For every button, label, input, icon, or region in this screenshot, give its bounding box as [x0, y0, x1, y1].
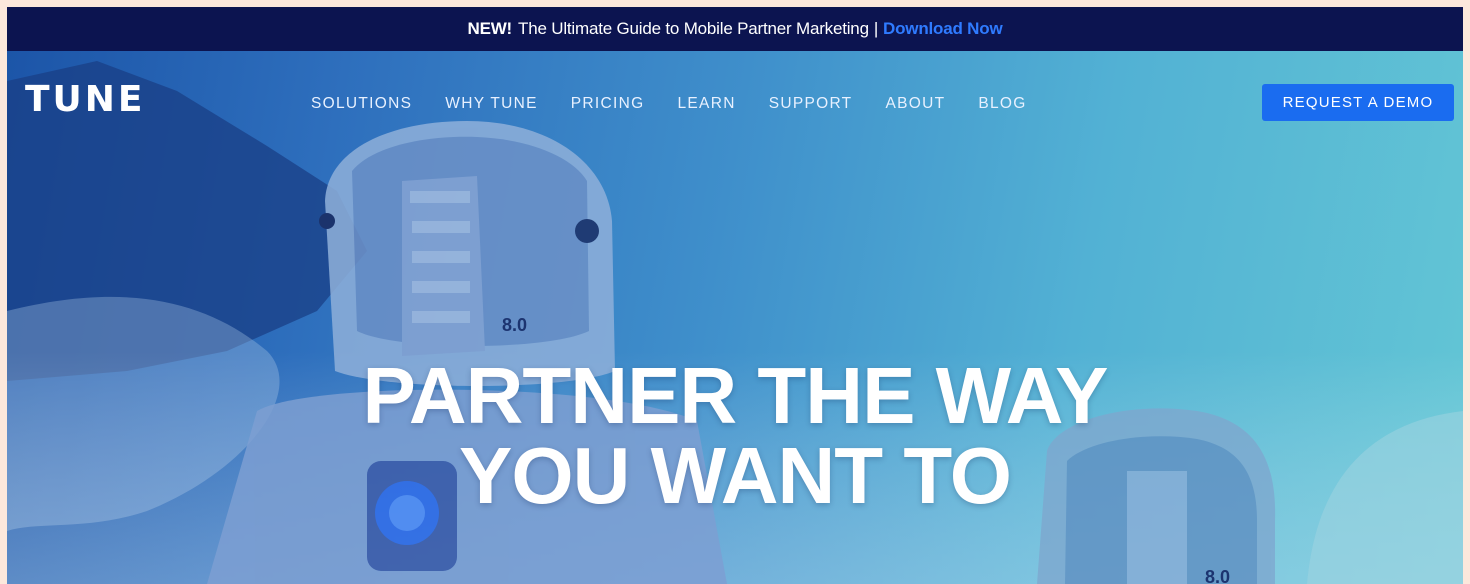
download-now-link[interactable]: Download Now [883, 19, 1003, 39]
helmet-label-second: 8.0 [1205, 567, 1230, 584]
page-frame: NEW! The Ultimate Guide to Mobile Partne… [7, 7, 1463, 584]
tune-logo[interactable]: TUNE [25, 79, 146, 120]
nav-item-pricing[interactable]: PRICING [571, 95, 645, 113]
hero-headline-line-1: PARTNER THE WAY [362, 351, 1108, 440]
main-nav: SOLUTIONS WHY TUNE PRICING LEARN SUPPORT… [311, 95, 1060, 113]
hero-section: 8.0 8.0 TUNE SOLUTIONS WHY TUNE PRICING … [7, 51, 1463, 584]
hero-headline: PARTNER THE WAY YOU WANT TO [7, 356, 1463, 516]
nav-item-solutions[interactable]: SOLUTIONS [311, 95, 412, 113]
nav-item-support[interactable]: SUPPORT [769, 95, 853, 113]
helmet-label-main: 8.0 [502, 315, 527, 335]
announcement-bar: NEW! The Ultimate Guide to Mobile Partne… [7, 7, 1463, 51]
nav-item-learn[interactable]: LEARN [678, 95, 736, 113]
hero-headline-line-2: YOU WANT TO [459, 431, 1012, 520]
nav-item-about[interactable]: ABOUT [885, 95, 945, 113]
announcement-new-label: NEW! [467, 19, 513, 38]
announcement-text: The Ultimate Guide to Mobile Partner Mar… [518, 19, 869, 38]
request-demo-button[interactable]: REQUEST A DEMO [1262, 84, 1454, 121]
nav-item-why-tune[interactable]: WHY TUNE [445, 95, 538, 113]
announcement-separator: | [873, 19, 879, 38]
nav-item-blog[interactable]: BLOG [978, 95, 1026, 113]
